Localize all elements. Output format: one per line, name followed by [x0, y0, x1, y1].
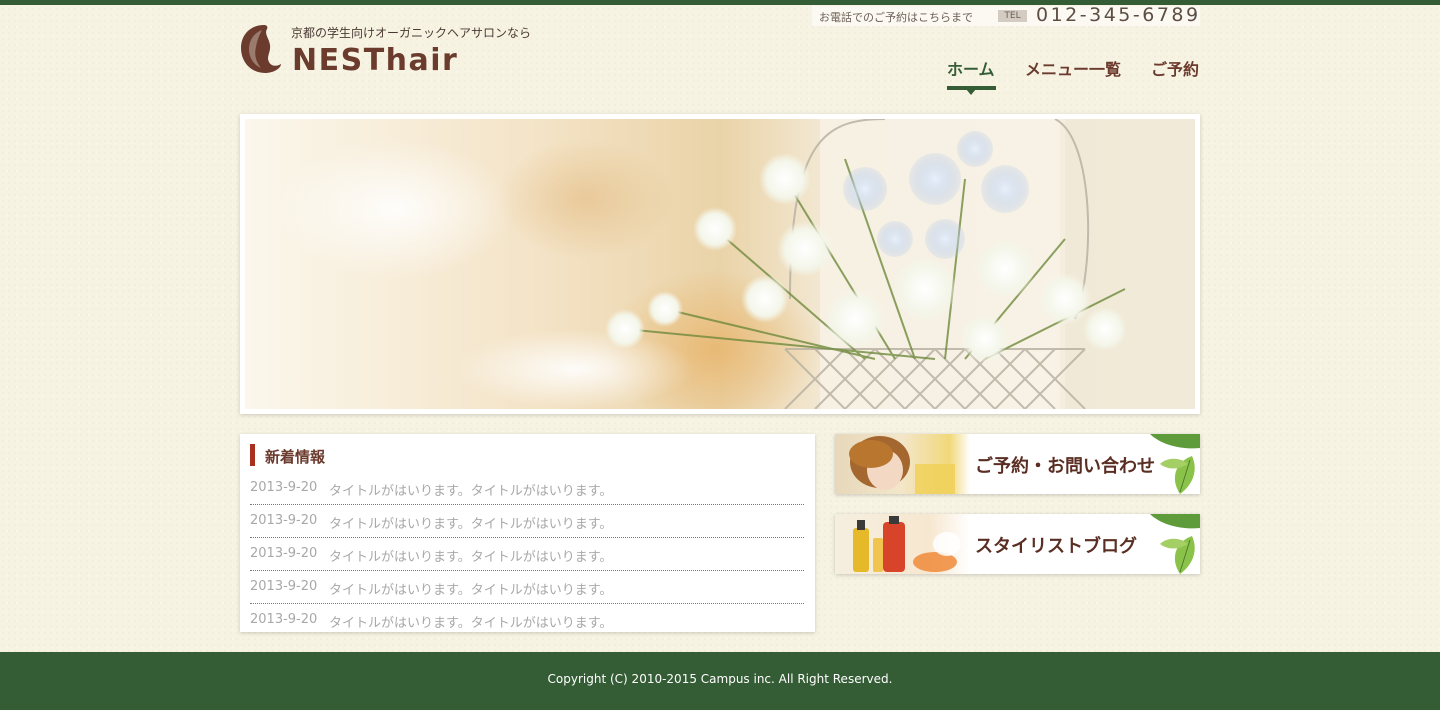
news-title-link[interactable]: タイトルがはいります。タイトルがはいります。 — [329, 480, 612, 499]
phone-prompt: お電話でのご予約はこちらまで — [819, 11, 973, 24]
news-panel: 新着情報 2013-9-20 タイトルがはいります。タイトルがはいります。 20… — [240, 434, 815, 632]
news-title-link[interactable]: タイトルがはいります。タイトルがはいります。 — [329, 612, 612, 631]
leaf-icon — [1150, 434, 1200, 494]
nav-item-home[interactable]: ホーム — [947, 56, 995, 80]
tel-badge: TEL — [998, 10, 1027, 22]
news-title-accent — [250, 444, 255, 466]
hero-flower-image — [245, 119, 1195, 409]
reservation-banner[interactable]: ご予約・お問い合わせ — [835, 434, 1200, 494]
copyright-text: Copyright (C) 2010-2015 Campus inc. All … — [547, 672, 893, 686]
nav-item-reservation[interactable]: ご予約 — [1151, 56, 1199, 80]
hero-frame — [240, 114, 1200, 414]
site-brand-name: NESThair — [292, 43, 459, 78]
leaf-icon — [1150, 514, 1200, 574]
nav-item-menu[interactable]: メニュー一覧 — [1025, 56, 1121, 80]
news-title-link[interactable]: タイトルがはいります。タイトルがはいります。 — [329, 546, 612, 565]
news-item[interactable]: 2013-9-20 タイトルがはいります。タイトルがはいります。 — [250, 505, 804, 538]
stylist-blog-banner[interactable]: スタイリストブログ — [835, 514, 1200, 574]
phone-number[interactable]: 012-345-6789 — [1036, 4, 1201, 26]
phone-contact: お電話でのご予約はこちらまで TEL 012-345-6789 — [812, 4, 1201, 26]
hair-silhouette-icon — [241, 25, 281, 73]
nav-active-caret-icon — [966, 89, 976, 95]
news-date: 2013-9-20 — [250, 513, 318, 528]
news-date: 2013-9-20 — [250, 546, 318, 561]
news-item[interactable]: 2013-9-20 タイトルがはいります。タイトルがはいります。 — [250, 604, 804, 637]
news-title-link[interactable]: タイトルがはいります。タイトルがはいります。 — [329, 513, 612, 532]
top-accent-bar — [0, 0, 1440, 5]
news-title-link[interactable]: タイトルがはいります。タイトルがはいります。 — [329, 579, 612, 598]
site-footer: Copyright (C) 2010-2015 Campus inc. All … — [0, 652, 1440, 710]
stylist-blog-banner-label: スタイリストブログ — [975, 536, 1137, 557]
news-date: 2013-9-20 — [250, 480, 318, 495]
news-date: 2013-9-20 — [250, 579, 318, 594]
hair-products-image — [835, 514, 970, 574]
news-item[interactable]: 2013-9-20 タイトルがはいります。タイトルがはいります。 — [250, 571, 804, 604]
news-item[interactable]: 2013-9-20 タイトルがはいります。タイトルがはいります。 — [250, 538, 804, 571]
news-item[interactable]: 2013-9-20 タイトルがはいります。タイトルがはいります。 — [250, 472, 804, 505]
model-photo-image — [835, 434, 970, 494]
site-logo[interactable]: 京都の学生向けオーガニックヘアサロンなら NESThair — [240, 24, 540, 84]
news-heading: 新着情報 — [265, 448, 326, 466]
news-date: 2013-9-20 — [250, 612, 318, 627]
site-tagline: 京都の学生向けオーガニックヘアサロンなら — [291, 26, 532, 40]
